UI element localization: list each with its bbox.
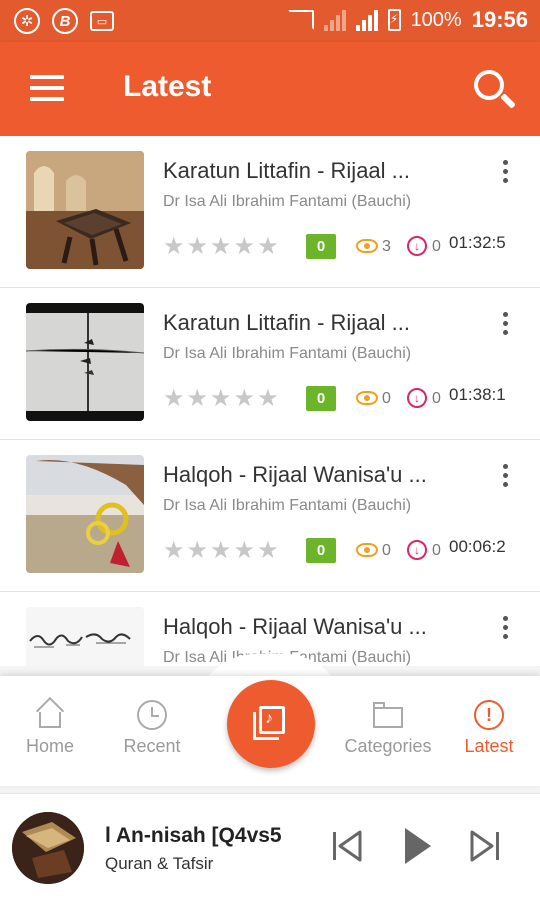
cast-icon bbox=[287, 10, 314, 30]
item-title: Karatun Littafin - Rijaal ... bbox=[163, 158, 411, 183]
item-title: Karatun Littafin - Rijaal ... bbox=[163, 310, 411, 335]
mini-player[interactable]: l An-nisah [Q4vs5 Quran & Tafsir bbox=[0, 793, 540, 900]
nav-latest-label: Latest bbox=[464, 736, 514, 756]
rating-stars[interactable]: ★★★★★ bbox=[163, 384, 281, 413]
nav-recent-label: Recent bbox=[123, 736, 181, 756]
item-author: Dr Isa Ali Ibrahim Fantami (Bauchi) bbox=[163, 497, 412, 514]
more-vert-icon bbox=[502, 464, 508, 469]
duration: 01:32:5 bbox=[449, 233, 506, 252]
nav-home[interactable]: Home bbox=[22, 696, 78, 757]
folder-icon bbox=[373, 700, 403, 730]
thumbnail-birds-on-wire bbox=[26, 303, 144, 421]
skip-previous-icon bbox=[333, 830, 362, 862]
download-icon: ↓ bbox=[407, 540, 427, 560]
rating-stars[interactable]: ★★★★★ bbox=[163, 232, 281, 261]
b-app-icon: B bbox=[52, 8, 78, 34]
rating-count-badge: 0 bbox=[306, 386, 336, 411]
clock: 19:56 bbox=[471, 7, 528, 32]
duration: 00:06:2 bbox=[449, 537, 506, 556]
aperture-icon: ✲ bbox=[14, 8, 40, 34]
play-button[interactable] bbox=[403, 826, 433, 866]
download-count: 0 bbox=[432, 238, 441, 255]
signal-sim1-icon bbox=[323, 9, 346, 31]
status-bar: ✲ B ▭ ⚡ 100% 19:56 bbox=[0, 0, 540, 42]
search-button[interactable] bbox=[472, 68, 516, 112]
search-icon bbox=[474, 70, 504, 100]
notification-icons: ✲ B ▭ bbox=[14, 8, 114, 34]
nav-latest[interactable]: ! Latest bbox=[458, 700, 520, 757]
play-icon bbox=[405, 828, 431, 864]
nav-recent[interactable]: Recent bbox=[118, 700, 186, 757]
list-item[interactable]: Karatun Littafin - Rijaal ... Dr Isa Ali… bbox=[0, 288, 540, 440]
item-author: Dr Isa Ali Ibrahim Fantami (Bauchi) bbox=[163, 193, 412, 210]
radio-icon: ▭ bbox=[90, 11, 114, 31]
view-count: 0 bbox=[382, 390, 391, 407]
thumbnail-prayer-beads bbox=[26, 455, 144, 573]
list-item[interactable]: Halqoh - Rijaal Wanisa'u ... Dr Isa Ali … bbox=[0, 440, 540, 592]
rating-count-badge: 0 bbox=[306, 538, 336, 563]
next-button[interactable] bbox=[468, 829, 502, 863]
more-options-button[interactable] bbox=[496, 616, 514, 642]
now-playing-artwork bbox=[12, 812, 84, 884]
eye-icon bbox=[356, 239, 378, 253]
item-author: Dr Isa Ali Ibrahim Fantami (Bauchi) bbox=[163, 345, 412, 362]
more-options-button[interactable] bbox=[496, 312, 514, 338]
nav-home-label: Home bbox=[25, 736, 74, 756]
view-count: 0 bbox=[382, 542, 391, 559]
more-vert-icon bbox=[502, 312, 508, 317]
item-title: Halqoh - Rijaal Wanisa'u ... bbox=[163, 462, 427, 487]
thumbnail-arabic-calligraphy bbox=[26, 607, 144, 666]
more-vert-icon bbox=[502, 616, 508, 621]
skip-next-icon bbox=[470, 830, 499, 862]
system-icons: ⚡ 100% 19:56 bbox=[287, 7, 528, 33]
now-playing-subtitle: Quran & Tafsir bbox=[105, 854, 214, 873]
more-options-button[interactable] bbox=[496, 464, 514, 490]
nav-categories[interactable]: Categories bbox=[336, 700, 440, 757]
battery-percent: 100% bbox=[410, 8, 462, 31]
now-playing-title: l An-nisah [Q4vs5 bbox=[105, 824, 282, 847]
app-bar: Latest bbox=[0, 42, 540, 136]
menu-icon bbox=[30, 75, 64, 79]
latest-list[interactable]: Karatun Littafin - Rijaal ... Dr Isa Ali… bbox=[0, 136, 540, 666]
eye-icon bbox=[356, 391, 378, 405]
rating-count-badge: 0 bbox=[306, 234, 336, 259]
view-count: 3 bbox=[382, 238, 391, 255]
duration: 01:38:1 bbox=[449, 385, 506, 404]
signal-sim2-icon bbox=[355, 9, 378, 31]
previous-button[interactable] bbox=[330, 829, 364, 863]
history-icon bbox=[137, 700, 167, 730]
alert-badge-icon: ! bbox=[474, 700, 504, 730]
menu-button[interactable] bbox=[30, 75, 64, 101]
battery-charging-icon: ⚡ bbox=[387, 9, 401, 31]
download-count: 0 bbox=[432, 390, 441, 407]
download-count: 0 bbox=[432, 542, 441, 559]
home-icon bbox=[35, 696, 65, 730]
nav-categories-label: Categories bbox=[344, 736, 432, 756]
item-title: Halqoh - Rijaal Wanisa'u ... bbox=[163, 614, 427, 639]
more-vert-icon bbox=[502, 160, 508, 165]
more-options-button[interactable] bbox=[496, 160, 514, 186]
download-icon: ↓ bbox=[407, 236, 427, 256]
rating-stars[interactable]: ★★★★★ bbox=[163, 536, 281, 565]
thumbnail-quran-stand bbox=[26, 151, 144, 269]
eye-icon bbox=[356, 543, 378, 557]
library-fab-button[interactable]: ♪ bbox=[227, 680, 315, 768]
download-icon: ↓ bbox=[407, 388, 427, 408]
list-item[interactable]: Karatun Littafin - Rijaal ... Dr Isa Ali… bbox=[0, 136, 540, 288]
page-title: Latest bbox=[123, 70, 212, 103]
